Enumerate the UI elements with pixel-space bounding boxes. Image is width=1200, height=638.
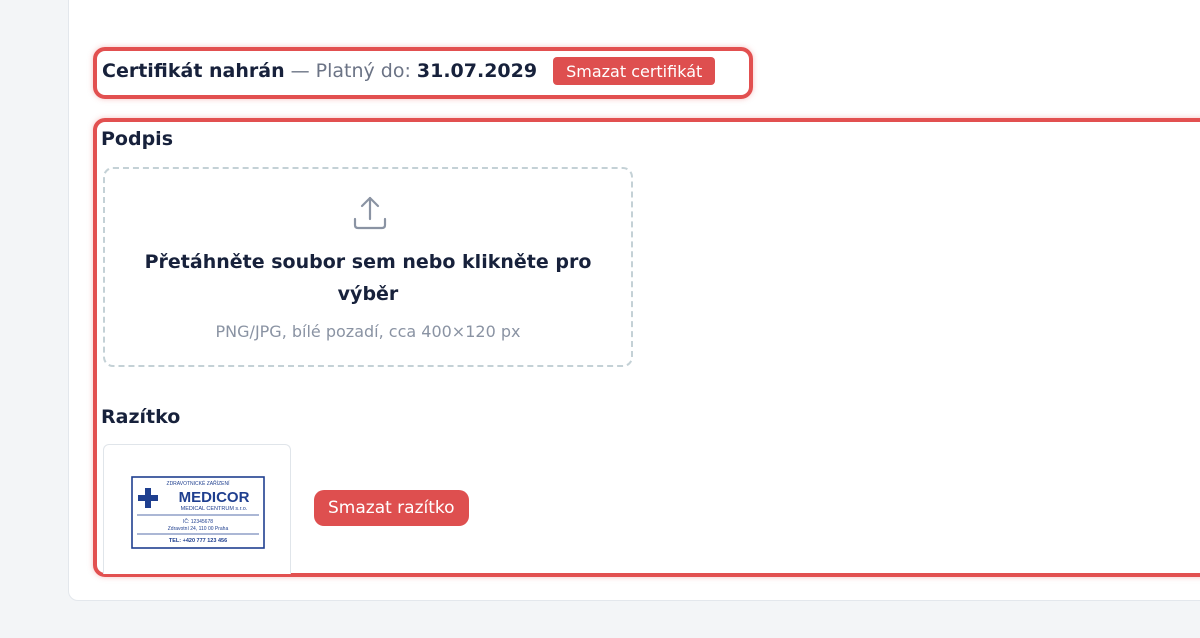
stamp-preview: ZDRAVOTNICKÉ ZAŘÍZENÍ MEDICOR MEDICAL CE…	[103, 444, 291, 574]
stamp-subbrand: MEDICAL CENTRUM s.r.o.	[181, 506, 248, 512]
certificate-valid-label: Platný do:	[315, 60, 411, 82]
dropzone-hint: PNG/JPG, bílé pozadí, cca 400×120 px	[215, 322, 521, 341]
certificate-status-row: Certifikát nahrán — Platný do: 31.07.202…	[102, 56, 716, 86]
signature-label: Podpis	[101, 128, 174, 150]
delete-stamp-button[interactable]: Smazat razítko	[314, 490, 469, 526]
upload-icon	[353, 196, 387, 230]
dropzone-title: Přetáhněte soubor sem nebo klikněte pro …	[144, 251, 592, 305]
certificate-separator: —	[290, 60, 310, 82]
stamp-tel: TEL: +420 777 123 456	[169, 538, 227, 544]
stamp-label: Razítko	[101, 406, 181, 428]
delete-certificate-button[interactable]: Smazat certifikát	[553, 57, 716, 85]
certificate-valid-date: 31.07.2029	[416, 60, 538, 82]
signature-dropzone[interactable]: Přetáhněte soubor sem nebo klikněte pro …	[103, 167, 633, 367]
certificate-status: Certifikát nahrán	[102, 60, 285, 82]
stamp-ic: IČ: 12345678	[183, 518, 213, 525]
stamp-image: ZDRAVOTNICKÉ ZAŘÍZENÍ MEDICOR MEDICAL CE…	[131, 476, 265, 549]
stamp-address: Zdravotní 24, 110 00 Praha	[168, 526, 229, 532]
stamp-line1: ZDRAVOTNICKÉ ZAŘÍZENÍ	[167, 479, 231, 487]
stamp-brand: MEDICOR	[179, 489, 250, 506]
